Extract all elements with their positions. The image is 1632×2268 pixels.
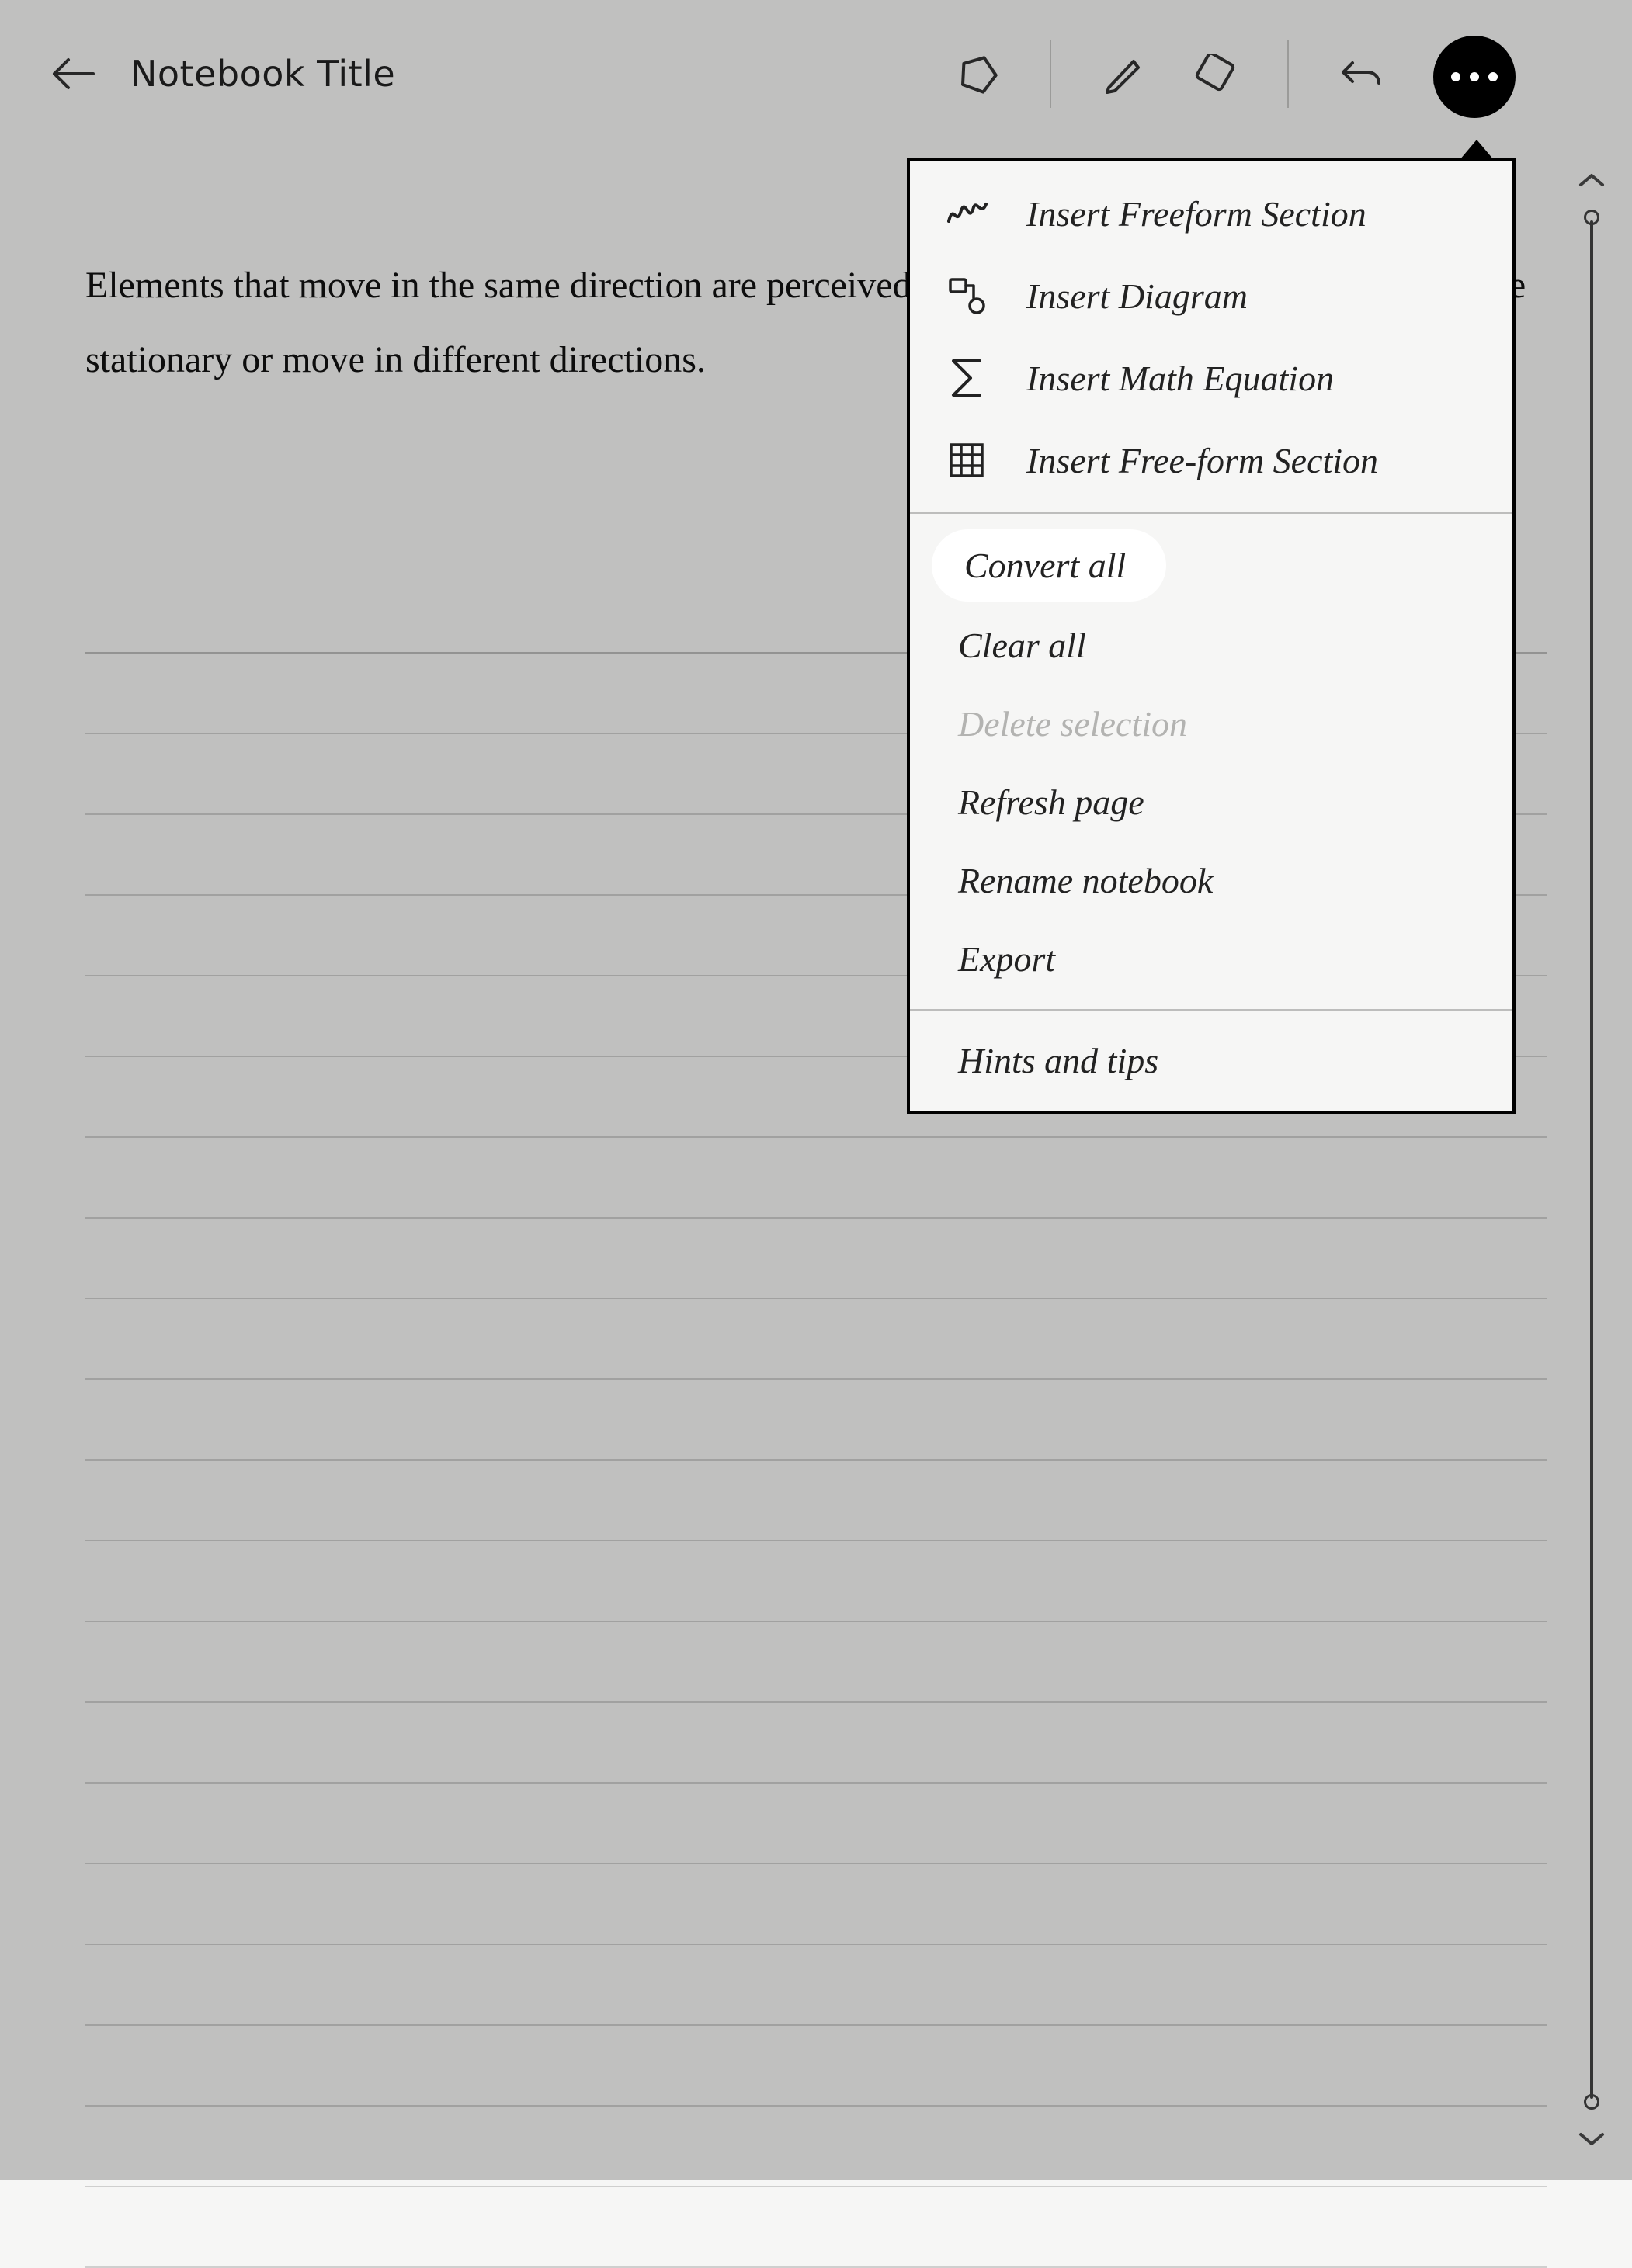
menu-item-label: Hints and tips xyxy=(958,1040,1158,1081)
menu-export[interactable]: Export xyxy=(910,920,1512,998)
freeform-icon xyxy=(944,191,989,236)
grid-icon xyxy=(944,438,989,483)
menu-item-label: Rename notebook xyxy=(958,860,1213,901)
menu-hints-tips[interactable]: Hints and tips xyxy=(910,1021,1512,1100)
menu-insert-freeform-grid[interactable]: Insert Free-form Section xyxy=(910,419,1512,501)
menu-item-label: Insert Freeform Section xyxy=(1026,193,1366,234)
menu-insert-math[interactable]: Insert Math Equation xyxy=(910,337,1512,419)
menu-insert-freeform[interactable]: Insert Freeform Section xyxy=(910,172,1512,255)
menu-pointer-icon xyxy=(1463,143,1491,160)
overflow-menu: Insert Freeform Section Insert Diagram I… xyxy=(907,158,1516,1114)
menu-convert-all[interactable]: Convert all xyxy=(910,525,1512,606)
scrollbar[interactable] xyxy=(1573,171,1610,2148)
menu-delete-selection: Delete selection xyxy=(910,685,1512,763)
scroll-up-icon[interactable] xyxy=(1578,171,1606,189)
menu-item-label: Delete selection xyxy=(958,703,1187,744)
menu-item-label: Insert Math Equation xyxy=(1026,358,1334,399)
math-icon xyxy=(944,355,989,401)
menu-clear-all[interactable]: Clear all xyxy=(910,606,1512,685)
menu-refresh-page[interactable]: Refresh page xyxy=(910,763,1512,841)
menu-item-label: Clear all xyxy=(958,625,1086,666)
menu-item-label: Convert all xyxy=(932,529,1166,602)
diagram-icon xyxy=(944,273,989,318)
more-menu-button[interactable] xyxy=(1433,36,1516,118)
scroll-down-icon[interactable] xyxy=(1578,2130,1606,2148)
menu-item-label: Refresh page xyxy=(958,782,1144,823)
menu-item-label: Export xyxy=(958,938,1055,980)
menu-item-label: Insert Diagram xyxy=(1026,276,1248,317)
menu-rename-notebook[interactable]: Rename notebook xyxy=(910,841,1512,920)
menu-item-label: Insert Free-form Section xyxy=(1026,440,1378,481)
menu-insert-diagram[interactable]: Insert Diagram xyxy=(910,255,1512,337)
